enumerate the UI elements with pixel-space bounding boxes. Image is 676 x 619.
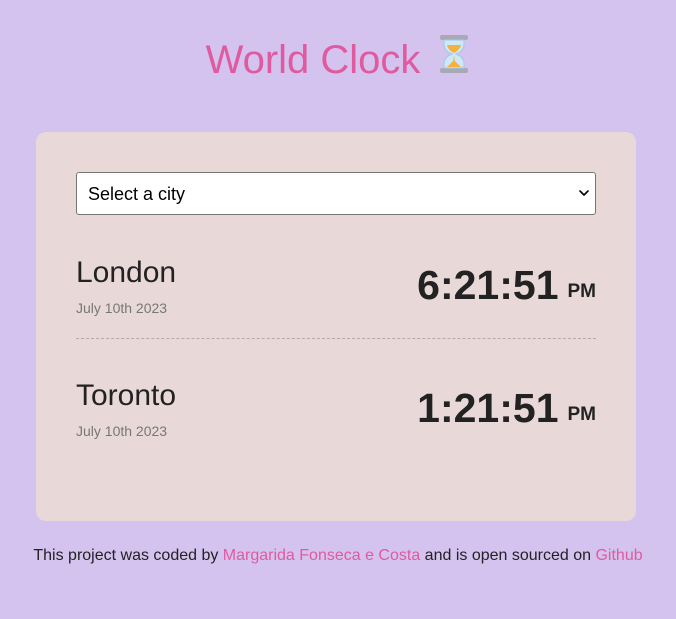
city-select-wrapper[interactable]: Select a city [76, 172, 596, 215]
city-time: 6:21:51 PM [417, 260, 596, 317]
city-time: 1:21:51 PM [417, 383, 596, 440]
city-name: Toronto [76, 379, 177, 412]
hourglass-icon [438, 34, 470, 85]
author-link[interactable]: Margarida Fonseca e Costa [223, 547, 420, 564]
city-row-london: London July 10th 2023 6:21:51 PM [76, 250, 596, 340]
city-select[interactable]: Select a city [77, 173, 595, 214]
city-time-ampm: PM [567, 404, 597, 425]
city-name: London [76, 256, 177, 289]
city-row-toronto: Toronto July 10th 2023 1:21:51 PM [76, 373, 596, 463]
page-title-text: World Clock [205, 38, 421, 82]
footer-text-middle: and is open sourced on [420, 547, 596, 564]
city-time-value: 1:21:51 [417, 385, 559, 431]
github-link[interactable]: Github [595, 547, 642, 564]
footer: This project was coded by Margarida Fons… [0, 547, 676, 565]
clock-card: Select a city London July 10th 2023 6:21… [36, 132, 636, 521]
city-date: July 10th 2023 [76, 423, 168, 439]
footer-text-before: This project was coded by [33, 547, 223, 564]
city-divider [76, 338, 596, 339]
page-title: World Clock [0, 34, 676, 88]
city-date: July 10th 2023 [76, 300, 168, 316]
city-time-ampm: PM [567, 281, 597, 302]
city-time-value: 6:21:51 [417, 262, 559, 308]
